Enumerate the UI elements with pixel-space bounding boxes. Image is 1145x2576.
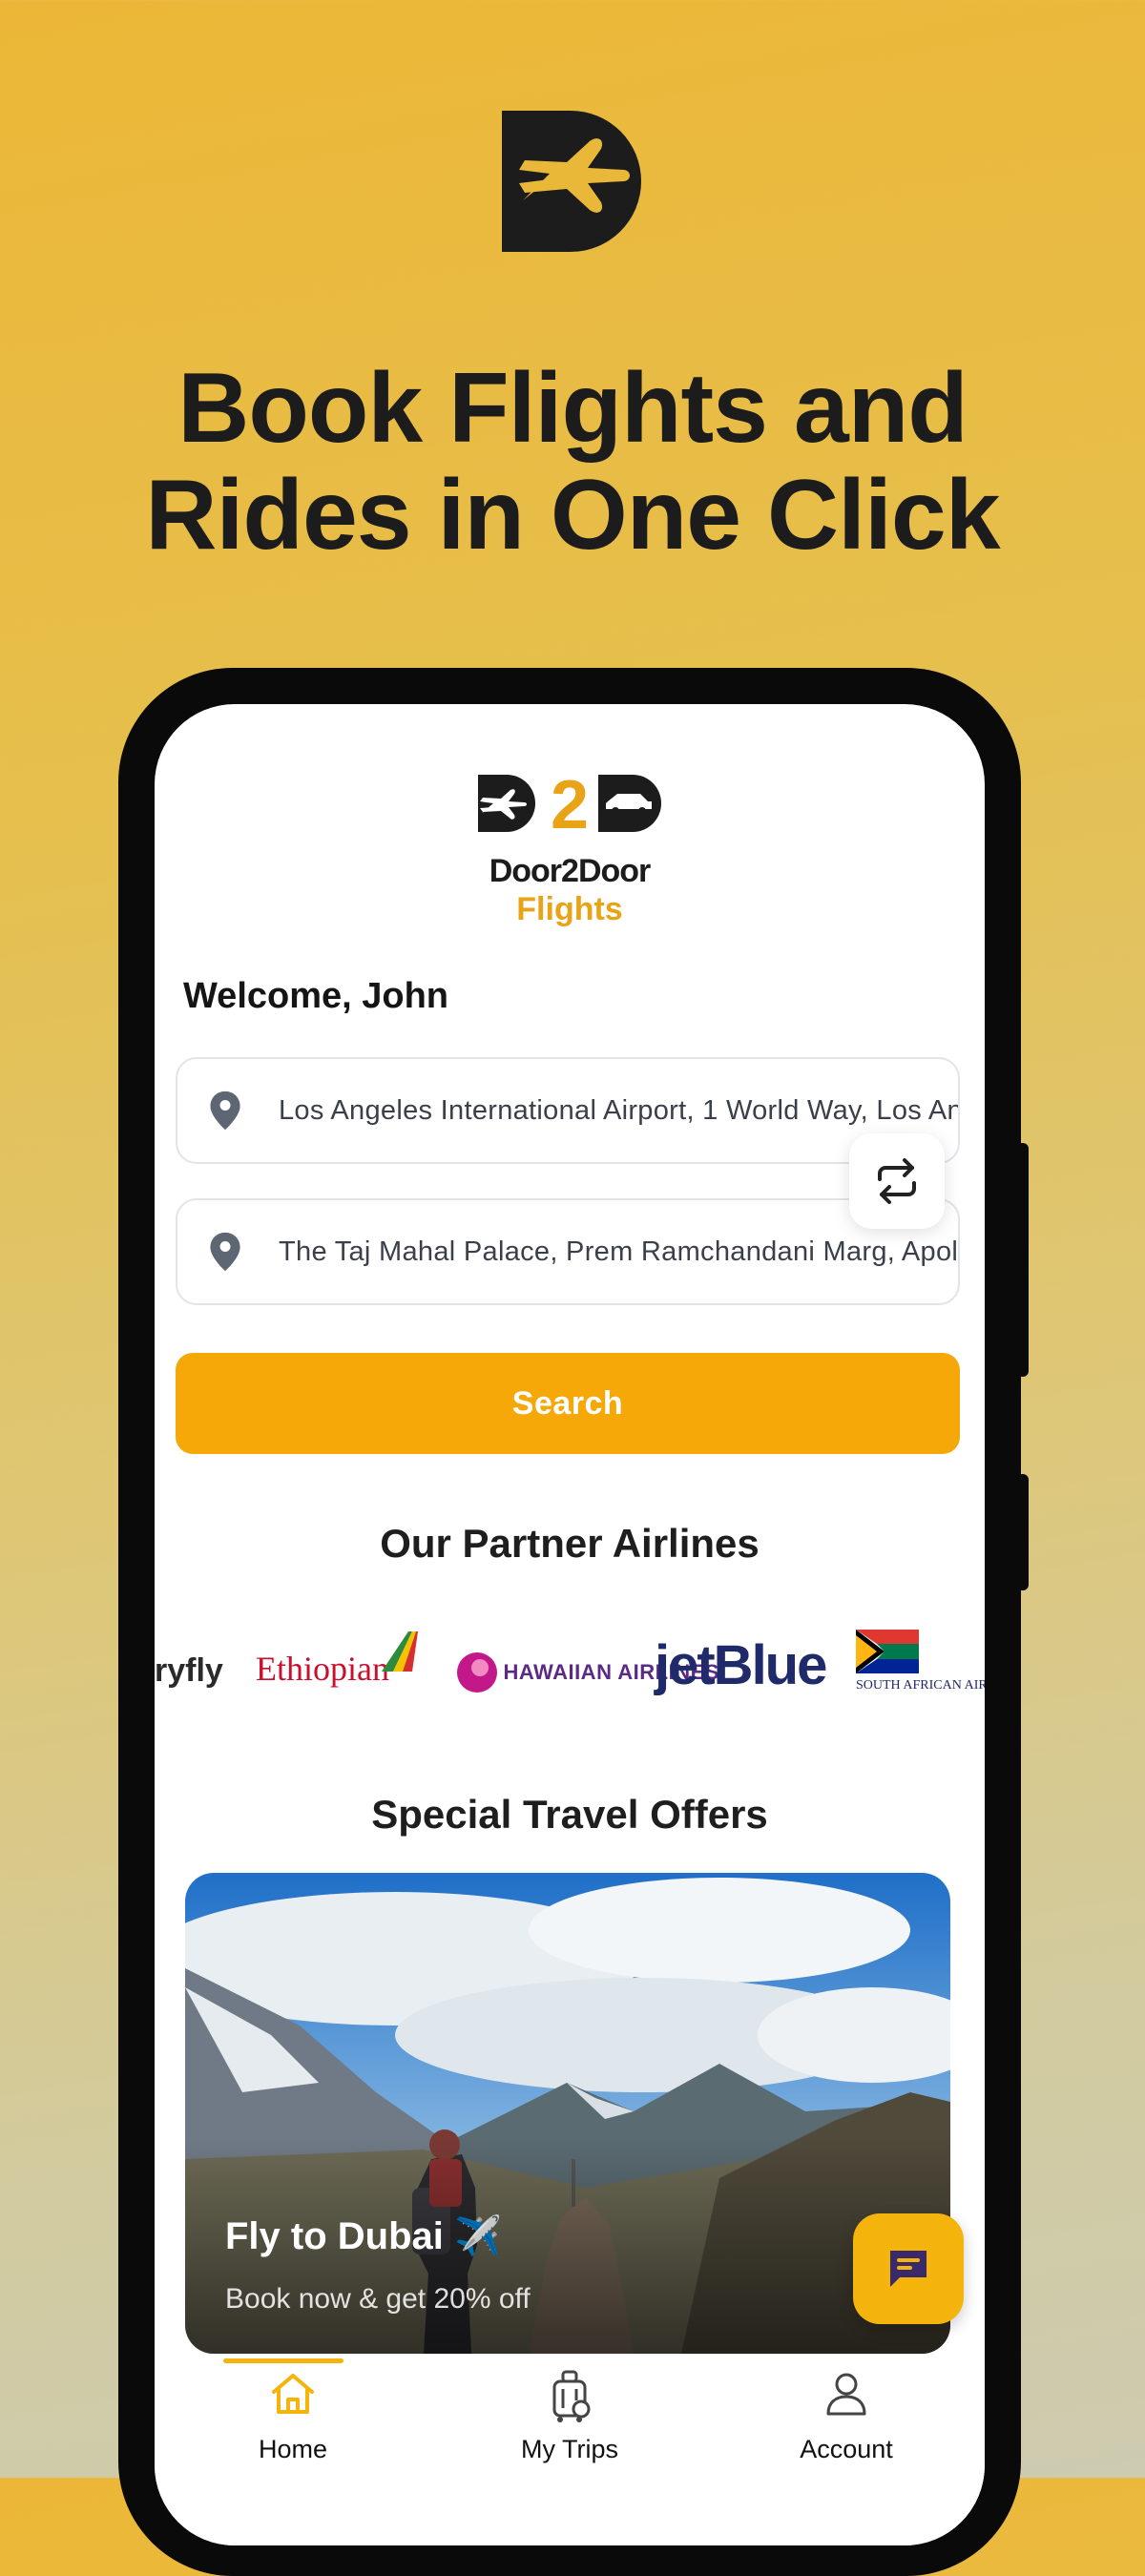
phone-side-button [1015,1474,1029,1590]
tab-home[interactable]: Home [155,2358,431,2545]
luggage-icon [552,2370,591,2422]
offer-card[interactable]: Fly to Dubai ✈️ Book now & get 20% off [185,1873,950,2354]
active-tab-indicator [223,2358,344,2363]
tab-my-trips-label: My Trips [520,2435,618,2463]
chat-button[interactable] [853,2213,964,2324]
destination-input[interactable]: The Taj Mahal Palace, Prem Ramchandani M… [176,1198,960,1305]
app-screen: 2 Door2Door Flights Welcome, John Los An… [155,704,985,2545]
origin-input[interactable]: Los Angeles International Airport, 1 Wor… [176,1057,960,1164]
origin-value: Los Angeles International Airport, 1 Wor… [279,1094,960,1126]
brand-subname: Flights [516,891,623,927]
tab-account-label: Account [800,2435,893,2463]
app-logo: 2 Door2Door Flights [474,767,665,933]
tab-account[interactable]: Account [708,2358,985,2545]
headline-line-1: Book Flights and [177,353,968,464]
home-icon [272,2374,314,2414]
swap-locations-button[interactable] [849,1133,945,1229]
headline-line-2: Rides in One Click [145,460,1000,571]
tab-my-trips[interactable]: My Trips [431,2358,708,2545]
phone-side-button [1015,1143,1029,1377]
airline-logo-flyfly: ryfly [155,1652,223,1689]
phone-frame: 2 Door2Door Flights Welcome, John Los An… [118,668,1029,2576]
offer-title: Fly to Dubai ✈️ [225,2215,502,2257]
airline-logo-ethiopian: Ethiopian [256,1631,418,1689]
location-pin-icon [210,1091,240,1131]
chat-icon [890,2251,926,2287]
airline-logo-jetblue: jetBlue [655,1634,827,1696]
partner-airlines-strip: ryfly Ethiopian HAWAIIAN AIRLINES jetBlu… [155,1630,985,1715]
south-african-flag-icon [856,1630,919,1673]
door2door-brand-icon [502,111,641,252]
bottom-tab-bar: Home My Trips Account [155,2358,985,2545]
swap-arrows-icon [878,1158,916,1204]
tab-home-label: Home [258,2435,328,2463]
offer-subtitle: Book now & get 20% off [225,2283,531,2315]
offer-mountain-image [185,1873,950,2354]
promo-headline: Book Flights and Rides in One Click [0,355,1145,569]
welcome-message: Welcome, John [183,976,449,1016]
location-pin-icon [210,1232,240,1272]
brand-name: Door2Door [489,853,652,889]
search-button[interactable]: Search [176,1353,960,1454]
airline-logo-south-african: SOUTH AFRICAN AIR [856,1630,985,1693]
ethiopian-tail-icon [382,1631,418,1672]
partners-title: Our Partner Airlines [380,1521,760,1566]
svg-text:2: 2 [551,771,589,843]
user-icon [826,2373,866,2416]
hawaiian-flower-icon [457,1652,497,1693]
destination-value: The Taj Mahal Palace, Prem Ramchandani M… [279,1236,959,1267]
offers-title: Special Travel Offers [371,1792,768,1837]
